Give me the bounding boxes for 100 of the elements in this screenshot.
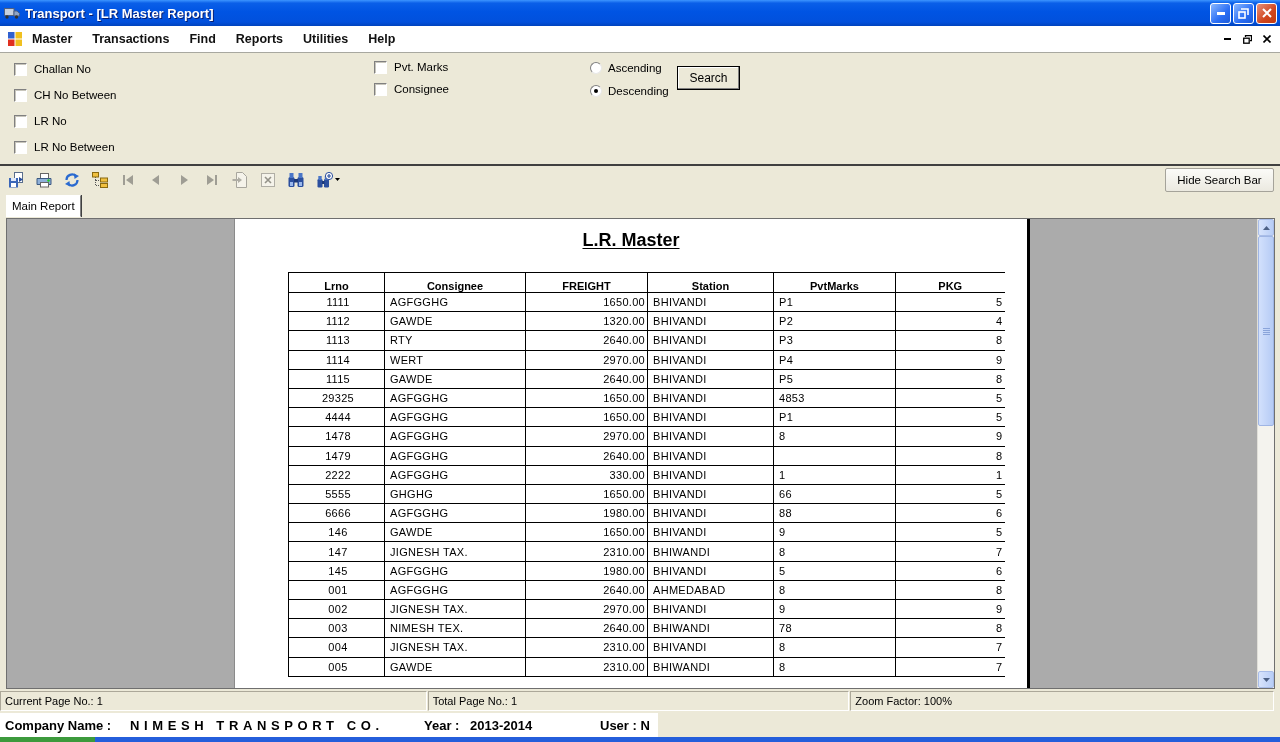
table-cell: BHIVANDI bbox=[647, 522, 774, 542]
table-cell: AGFGGHG bbox=[384, 292, 526, 312]
menu-item[interactable]: Help bbox=[358, 30, 406, 48]
column-header: Consignee bbox=[384, 272, 526, 293]
radio-button[interactable] bbox=[590, 84, 602, 97]
column-header: PvtMarks bbox=[773, 272, 896, 293]
table-cell: JIGNESH TAX. bbox=[384, 599, 526, 619]
table-cell: 8 bbox=[773, 426, 896, 446]
scroll-down-button[interactable] bbox=[1258, 671, 1274, 688]
table-cell: BHIVANDI bbox=[647, 330, 774, 351]
table-cell: BHIVANDI bbox=[647, 369, 774, 389]
menu-item[interactable]: Master bbox=[22, 30, 83, 48]
checkbox-label[interactable]: Pvt. Marks bbox=[394, 61, 449, 73]
checkbox-label[interactable]: LR No bbox=[34, 115, 67, 127]
table-cell: 1 bbox=[773, 465, 896, 485]
table-cell: BHIWANDI bbox=[647, 618, 774, 638]
table-cell: BHIVANDI bbox=[647, 599, 774, 619]
table-cell: AGFGGHG bbox=[384, 561, 526, 581]
table-cell: 1980.00 bbox=[525, 503, 648, 523]
menu-item[interactable]: Utilities bbox=[293, 30, 359, 48]
restore-button[interactable] bbox=[1240, 32, 1254, 46]
table-cell: 1114 bbox=[288, 350, 385, 370]
checkbox[interactable] bbox=[14, 140, 27, 154]
table-cell: 2970.00 bbox=[525, 599, 648, 619]
table-cell: 9 bbox=[773, 599, 896, 619]
table-cell: BHIVANDI bbox=[647, 426, 774, 446]
minimize-icon bbox=[1223, 38, 1231, 40]
table-cell: AGFGGHG bbox=[384, 407, 526, 427]
printer-icon bbox=[36, 171, 52, 188]
stop-icon bbox=[260, 171, 276, 188]
start-button[interactable] bbox=[0, 737, 95, 742]
close-button[interactable] bbox=[1260, 32, 1274, 46]
window-title: Transport - [LR Master Report] bbox=[25, 5, 215, 21]
checkbox[interactable] bbox=[14, 88, 27, 102]
menu-item[interactable]: Find bbox=[179, 30, 226, 48]
table-cell: P4 bbox=[773, 350, 896, 370]
table-cell: 003 bbox=[288, 618, 385, 638]
checkbox-label[interactable]: LR No Between bbox=[34, 141, 115, 153]
table-cell: BHIVANDI bbox=[647, 484, 774, 504]
checkbox[interactable] bbox=[374, 60, 387, 74]
table-cell: 5 bbox=[773, 561, 896, 581]
close-icon bbox=[1263, 35, 1271, 43]
table-cell: 9 bbox=[773, 522, 896, 542]
table-cell: BHIVANDI bbox=[647, 388, 774, 408]
scroll-thumb[interactable] bbox=[1258, 236, 1274, 426]
checkbox[interactable] bbox=[374, 82, 387, 96]
table-cell: BHIVANDI bbox=[647, 350, 774, 370]
table-cell: AGFGGHG bbox=[384, 503, 526, 523]
radio-label[interactable]: Ascending bbox=[608, 61, 662, 74]
status-panel: Zoom Factor: 100% bbox=[850, 691, 1274, 711]
table-cell: 78 bbox=[773, 618, 896, 638]
table-cell: 1650.00 bbox=[525, 522, 648, 542]
floppy-page-icon bbox=[8, 171, 24, 188]
table-cell: 1980.00 bbox=[525, 561, 648, 581]
table-cell: 8 bbox=[773, 637, 896, 658]
checkbox[interactable] bbox=[14, 114, 27, 128]
table-cell: 1478 bbox=[288, 426, 385, 446]
table-cell: AGFGGHG bbox=[384, 446, 526, 466]
menu-item[interactable]: Transactions bbox=[82, 30, 180, 48]
table-cell: 5555 bbox=[288, 484, 385, 504]
table-cell: JIGNESH TAX. bbox=[384, 637, 526, 658]
table-cell: GAWDE bbox=[384, 369, 526, 389]
table-cell: P1 bbox=[773, 292, 896, 312]
table-cell: 2222 bbox=[288, 465, 385, 485]
table-cell: GAWDE bbox=[384, 311, 526, 331]
checkbox-label[interactable]: CH No Between bbox=[34, 89, 117, 101]
checkbox-label[interactable]: Challan No bbox=[34, 63, 91, 75]
table-cell: BHIVANDI bbox=[647, 561, 774, 581]
page-arrow-icon bbox=[232, 171, 248, 188]
table-cell: 145 bbox=[288, 561, 385, 581]
table-cell: BHIVANDI bbox=[647, 407, 774, 427]
checkbox[interactable] bbox=[14, 62, 27, 76]
table-cell: 1320.00 bbox=[525, 311, 648, 331]
table-cell: P5 bbox=[773, 369, 896, 389]
table-cell: 1650.00 bbox=[525, 292, 648, 312]
table-cell: 1112 bbox=[288, 311, 385, 331]
checkbox-label[interactable]: Consignee bbox=[394, 83, 449, 95]
scrollbar[interactable] bbox=[1257, 219, 1274, 688]
report-tab[interactable]: Main Report bbox=[6, 195, 81, 217]
year-label: Year : bbox=[424, 717, 461, 733]
table-cell: 2640.00 bbox=[525, 618, 648, 638]
company-label: Company Name : bbox=[5, 717, 113, 733]
table-cell: 4444 bbox=[288, 407, 385, 427]
table-cell: JIGNESH TAX. bbox=[384, 541, 526, 562]
scroll-up-button[interactable] bbox=[1258, 219, 1274, 236]
company-name: NIMESH TRANSPORT CO. bbox=[130, 717, 385, 733]
table-cell: 2640.00 bbox=[525, 446, 648, 466]
tree-icon bbox=[92, 171, 108, 188]
radio-label[interactable]: Descending bbox=[608, 84, 669, 97]
radio-button[interactable] bbox=[590, 61, 602, 74]
hide-search-bar-button[interactable]: Hide Search Bar bbox=[1165, 167, 1274, 192]
close-icon bbox=[1261, 8, 1272, 18]
table-cell: AGFGGHG bbox=[384, 426, 526, 446]
caret-icon bbox=[334, 178, 340, 181]
up-arrow-icon bbox=[1262, 225, 1270, 230]
table-cell: BHIVANDI bbox=[647, 503, 774, 523]
table-cell: GAWDE bbox=[384, 657, 526, 677]
table-cell: P1 bbox=[773, 407, 896, 427]
menu-item[interactable]: Reports bbox=[225, 30, 294, 48]
search-button[interactable]: Search bbox=[677, 66, 740, 90]
